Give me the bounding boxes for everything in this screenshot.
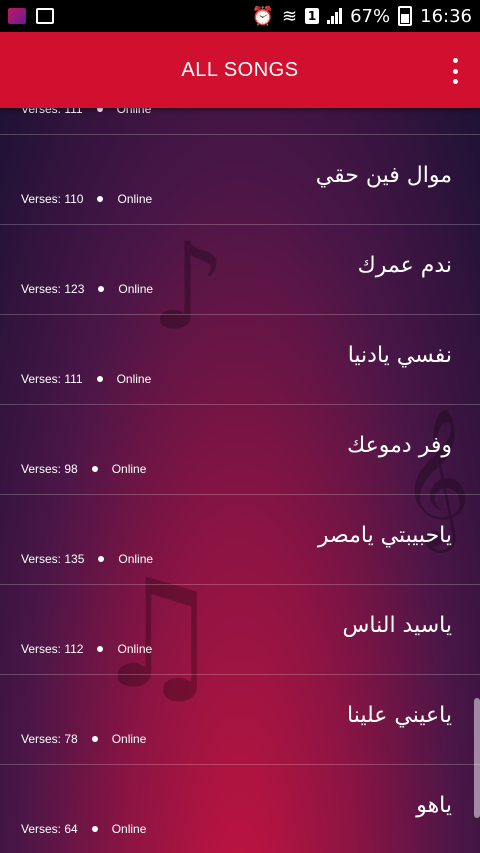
separator-dot xyxy=(98,556,105,562)
list-item[interactable]: نفسي يادنيا Verses: 111 Online xyxy=(0,315,480,405)
list-item[interactable]: Verses: 111 Online xyxy=(0,108,480,135)
song-title: وفر دموعك xyxy=(347,433,452,458)
verses-count: Verses: 112 xyxy=(21,642,84,656)
song-title: موال فين حقي xyxy=(315,163,452,188)
song-meta: Verses: 98 Online xyxy=(21,462,146,476)
separator-dot xyxy=(97,196,104,202)
page-title: ALL SONGS xyxy=(181,58,299,81)
song-title: ندم عمرك xyxy=(357,253,452,278)
separator-dot xyxy=(97,646,104,652)
song-meta: Verses: 111 Online xyxy=(21,372,151,386)
verses-count: Verses: 98 xyxy=(21,462,78,476)
alarm-icon: ⏰ xyxy=(251,5,275,27)
app-toolbar: ALL SONGS xyxy=(0,32,480,108)
verses-count: Verses: 64 xyxy=(21,822,78,836)
song-meta: Verses: 110 Online xyxy=(21,192,152,206)
song-title: ياهو xyxy=(416,793,452,818)
list-item[interactable]: ياسيد الناس Verses: 112 Online xyxy=(0,585,480,675)
list-item[interactable]: وفر دموعك Verses: 98 Online xyxy=(0,405,480,495)
song-meta: Verses: 64 Online xyxy=(21,822,146,836)
list-item[interactable]: ياعيني علينا Verses: 78 Online xyxy=(0,675,480,765)
verses-count: Verses: 135 xyxy=(21,552,85,566)
list-item[interactable]: ندم عمرك Verses: 123 Online xyxy=(0,225,480,315)
online-status: Online xyxy=(116,372,152,386)
online-status: Online xyxy=(118,552,154,566)
online-status: Online xyxy=(117,642,153,656)
song-meta: Verses: 135 Online xyxy=(21,552,153,566)
song-meta: Verses: 78 Online xyxy=(21,732,146,746)
separator-dot xyxy=(91,466,98,472)
separator-dot xyxy=(91,826,98,832)
song-title: ياحبيبتي يامصر xyxy=(317,523,452,548)
verses-count: Verses: 123 xyxy=(21,282,85,296)
list-item[interactable]: ياهو Verses: 64 Online xyxy=(0,765,480,853)
verses-count: Verses: 111 xyxy=(21,372,83,386)
signal-icon xyxy=(327,8,343,24)
scrollbar-thumb[interactable] xyxy=(474,698,480,818)
song-meta: Verses: 123 Online xyxy=(21,282,153,296)
sim-icon: 1 xyxy=(305,8,320,24)
online-status: Online xyxy=(118,282,154,296)
clock: 16:36 xyxy=(420,5,472,27)
song-title: ياسيد الناس xyxy=(342,613,452,638)
verses-count: Verses: 110 xyxy=(21,192,84,206)
verses-count: Verses: 78 xyxy=(21,732,78,746)
song-title: ياعيني علينا xyxy=(347,703,452,728)
list-item[interactable]: ياحبيبتي يامصر Verses: 135 Online xyxy=(0,495,480,585)
song-title: نفسي يادنيا xyxy=(347,343,452,368)
song-meta: Verses: 111 Online xyxy=(21,108,151,116)
online-status: Online xyxy=(111,462,147,476)
online-status: Online xyxy=(111,732,147,746)
app-notification-icon xyxy=(8,8,26,24)
online-status: Online xyxy=(116,108,152,116)
verses-count: Verses: 111 xyxy=(21,108,83,116)
separator-dot xyxy=(91,736,98,742)
separator-dot xyxy=(96,108,103,112)
online-status: Online xyxy=(111,822,147,836)
battery-icon xyxy=(398,6,413,26)
song-meta: Verses: 112 Online xyxy=(21,642,152,656)
online-status: Online xyxy=(117,192,153,206)
wifi-icon: ≋ xyxy=(282,5,298,27)
overflow-menu-icon[interactable] xyxy=(450,58,460,84)
status-bar: ⏰ ≋ 1 67% 16:36 xyxy=(0,0,480,32)
song-list[interactable]: ♪ ♫ 𝄞 Verses: 111 Online موال فين حقي Ve… xyxy=(0,108,480,853)
gallery-notification-icon xyxy=(36,8,54,24)
list-item[interactable]: موال فين حقي Verses: 110 Online xyxy=(0,135,480,225)
battery-percent: 67% xyxy=(350,5,391,27)
separator-dot xyxy=(96,376,103,382)
separator-dot xyxy=(98,286,105,292)
